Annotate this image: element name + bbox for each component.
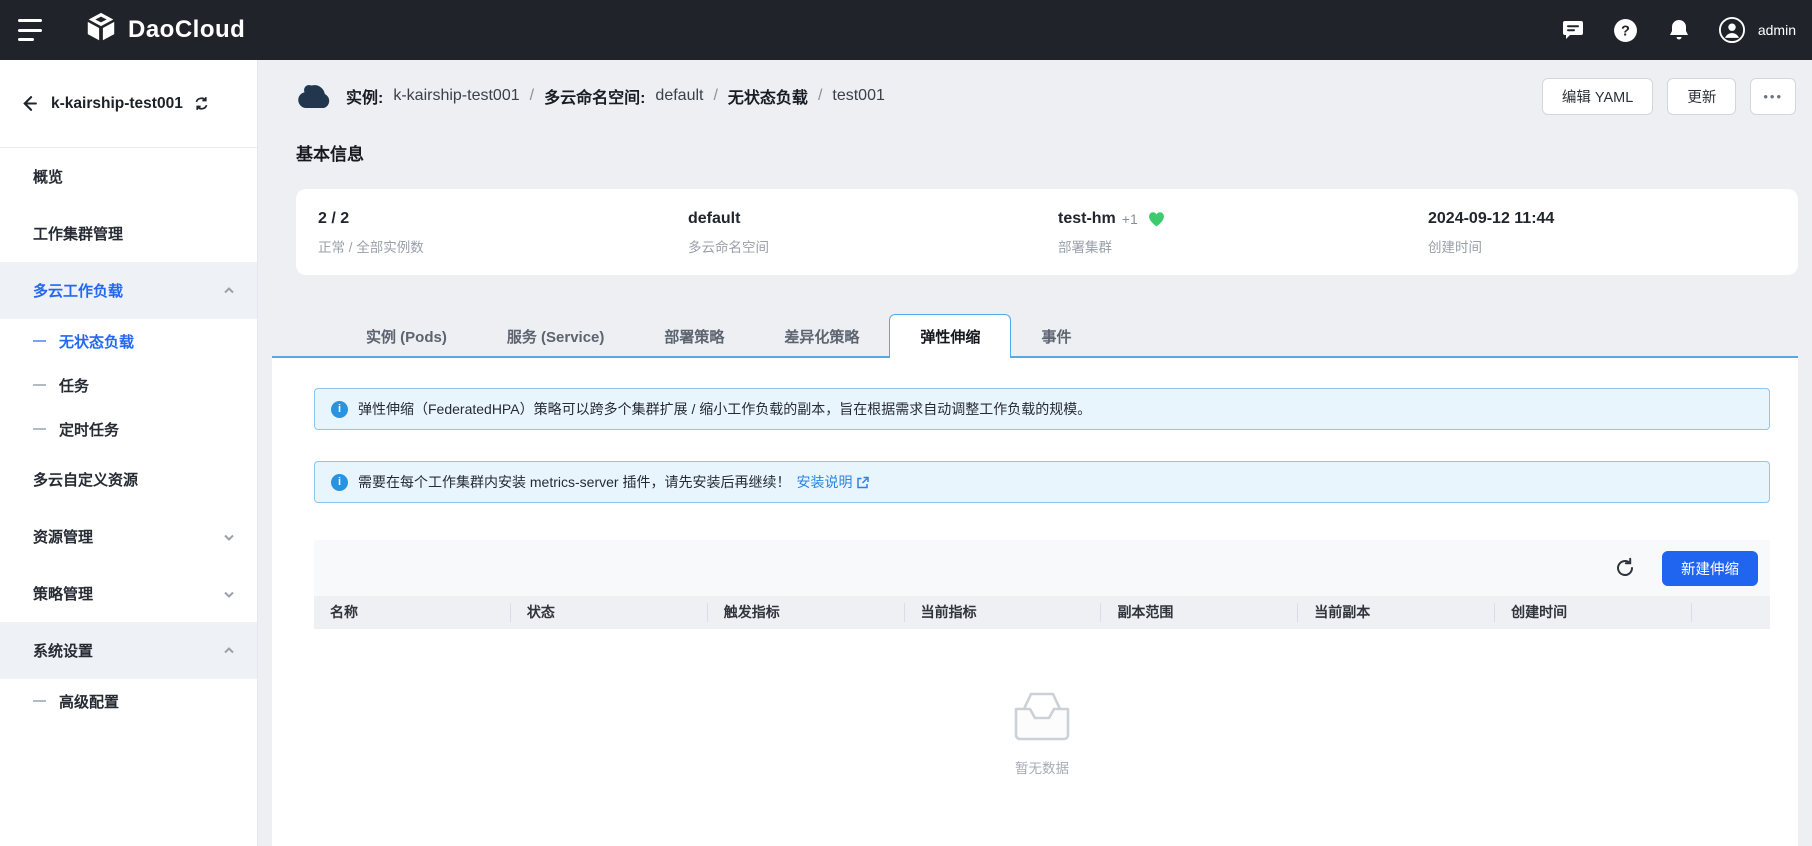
edit-yaml-button[interactable]: 编辑 YAML xyxy=(1541,77,1654,115)
topbar: DaoCloud ? admin xyxy=(0,0,1812,60)
sidebar: k-kairship-test001 概览 工作集群管理 多云工作负载 无状态负… xyxy=(0,60,258,846)
metrics-server-alert: i 需要在每个工作集群内安装 metrics-server 插件，请先安装后再继… xyxy=(314,461,1770,503)
sidebar-item-cronjobs[interactable]: 定时任务 xyxy=(0,407,257,451)
sidebar-item-jobs[interactable]: 任务 xyxy=(0,363,257,407)
dash-icon xyxy=(33,384,46,386)
basic-info-title: 基本信息 xyxy=(296,145,364,164)
sidebar-item-advanced-config[interactable]: 高级配置 xyxy=(0,679,257,723)
dash-icon xyxy=(33,428,46,430)
breadcrumb-entity[interactable]: k-kairship-test001 xyxy=(393,87,519,105)
svg-text:?: ? xyxy=(1621,23,1630,39)
sidebar-item-stateless-workloads[interactable]: 无状态负载 xyxy=(0,319,257,363)
empty-state: 暂无数据 xyxy=(314,685,1770,777)
col-current-replicas: 当前副本 xyxy=(1298,603,1496,622)
more-actions-button[interactable]: ••• xyxy=(1750,77,1796,115)
col-replica-range: 副本范围 xyxy=(1101,603,1299,622)
message-icon[interactable] xyxy=(1560,17,1586,43)
info-icon: i xyxy=(331,473,348,491)
empty-inbox-icon xyxy=(1014,692,1070,741)
help-icon[interactable]: ? xyxy=(1613,17,1639,43)
breadcrumb-namespace-label: 多云命名空间: xyxy=(544,90,646,107)
cloud-icon xyxy=(296,83,332,109)
cluster-title: k-kairship-test001 xyxy=(51,94,183,112)
health-heart-icon xyxy=(1148,212,1164,227)
stat-namespace: default 多云命名空间 xyxy=(688,210,769,255)
breadcrumb-namespace[interactable]: default xyxy=(655,87,703,105)
switch-cluster-icon[interactable] xyxy=(193,95,210,112)
breadcrumb: 实例: k-kairship-test001 / 多云命名空间: default… xyxy=(296,83,885,109)
tab-autoscaling[interactable]: 弹性伸缩 xyxy=(889,314,1012,358)
sidebar-item-overview[interactable]: 概览 xyxy=(0,148,257,205)
sidebar-item-custom-resources[interactable]: 多云自定义资源 xyxy=(0,451,257,508)
sidebar-item-multicloud-workloads[interactable]: 多云工作负载 xyxy=(0,262,257,319)
col-name: 名称 xyxy=(314,603,511,622)
tab-events[interactable]: 事件 xyxy=(1011,314,1101,358)
external-link-icon xyxy=(857,476,870,488)
main-content: 实例: k-kairship-test001 / 多云命名空间: default… xyxy=(258,60,1812,846)
hpa-table: 新建伸缩 名称 状态 触发指标 当前指标 副本范围 当前副本 创建时间 暂无数据 xyxy=(314,540,1770,777)
hpa-info-alert: i 弹性伸缩（FederatedHPA）策略可以跨多个集群扩展 / 缩小工作负载… xyxy=(314,388,1770,430)
table-header: 名称 状态 触发指标 当前指标 副本范围 当前副本 创建时间 xyxy=(314,596,1770,629)
col-created-at: 创建时间 xyxy=(1495,603,1693,622)
tab-pods[interactable]: 实例 (Pods) xyxy=(336,314,477,358)
refresh-button[interactable] xyxy=(1610,553,1640,583)
username[interactable]: admin xyxy=(1758,22,1796,38)
col-trigger-metric: 触发指标 xyxy=(708,603,905,622)
basic-info-card: 2 / 2 正常 / 全部实例数 default 多云命名空间 test-hm … xyxy=(296,189,1798,275)
menu-toggle-icon[interactable] xyxy=(18,19,46,41)
detail-tabs: 实例 (Pods) 服务 (Service) 部署策略 差异化策略 弹性伸缩 事… xyxy=(336,314,1798,358)
breadcrumb-entity-label: 实例: xyxy=(346,90,384,107)
empty-text: 暂无数据 xyxy=(1015,761,1069,776)
side-nav: 概览 工作集群管理 多云工作负载 无状态负载 任务 定时任务 多云自定义资源 资… xyxy=(0,148,257,723)
chevron-up-icon xyxy=(223,645,235,657)
sidebar-item-resource-management[interactable]: 资源管理 xyxy=(0,508,257,565)
stat-created: 2024-09-12 11:44 创建时间 xyxy=(1428,210,1555,255)
stat-instances: 2 / 2 正常 / 全部实例数 xyxy=(318,210,424,255)
update-button[interactable]: 更新 xyxy=(1667,77,1737,115)
back-button[interactable] xyxy=(20,94,39,113)
info-icon: i xyxy=(331,400,348,418)
tab-service[interactable]: 服务 (Service) xyxy=(477,314,635,358)
sidebar-item-worker-clusters[interactable]: 工作集群管理 xyxy=(0,205,257,262)
autoscaling-panel: i 弹性伸缩（FederatedHPA）策略可以跨多个集群扩展 / 缩小工作负载… xyxy=(272,356,1798,846)
create-hpa-button[interactable]: 新建伸缩 xyxy=(1662,550,1758,586)
col-status: 状态 xyxy=(511,603,708,622)
tab-override-policy[interactable]: 差异化策略 xyxy=(754,314,889,358)
stat-clusters: test-hm +1 部署集群 xyxy=(1058,210,1428,256)
dash-icon xyxy=(33,340,46,342)
install-guide-link[interactable]: 安装说明 xyxy=(796,472,870,492)
cluster-count-badge: +1 xyxy=(1121,211,1138,227)
col-current-metric: 当前指标 xyxy=(905,603,1102,622)
brand-name: DaoCloud xyxy=(128,16,246,43)
chevron-up-icon xyxy=(223,285,235,297)
tab-deploy-policy[interactable]: 部署策略 xyxy=(634,314,754,358)
col-actions xyxy=(1692,603,1770,622)
brand: DaoCloud xyxy=(84,11,245,50)
daocloud-logo-icon xyxy=(84,11,118,50)
sidebar-item-policy-management[interactable]: 策略管理 xyxy=(0,565,257,622)
user-avatar-icon[interactable] xyxy=(1718,17,1745,43)
breadcrumb-current: test001 xyxy=(832,87,885,104)
dash-icon xyxy=(33,700,46,702)
sidebar-item-system-settings[interactable]: 系统设置 xyxy=(0,622,257,679)
chevron-down-icon xyxy=(223,531,235,543)
notifications-bell-icon[interactable] xyxy=(1666,17,1692,43)
breadcrumb-kind[interactable]: 无状态负载 xyxy=(728,84,808,108)
chevron-down-icon xyxy=(223,588,235,600)
